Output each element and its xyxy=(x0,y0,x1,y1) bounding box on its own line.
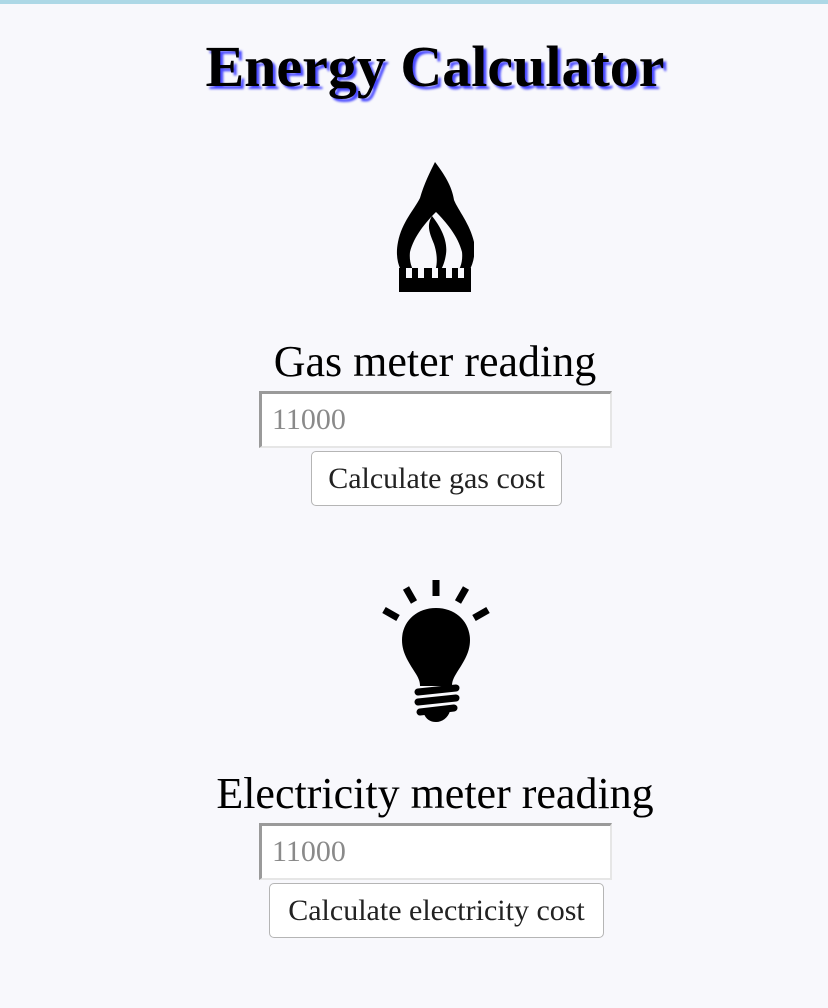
lightbulb-icon xyxy=(382,580,490,722)
electricity-meter-label: Electricity meter reading xyxy=(216,769,654,818)
calculate-electricity-cost-button[interactable]: Calculate electricity cost xyxy=(269,883,604,938)
top-border xyxy=(0,0,828,4)
gas-meter-label: Gas meter reading xyxy=(273,337,597,386)
gas-meter-input[interactable] xyxy=(259,391,612,448)
page-title: Energy Calculator xyxy=(205,34,665,99)
electricity-meter-input[interactable] xyxy=(259,823,612,880)
flame-icon xyxy=(396,162,474,292)
calculate-gas-cost-button[interactable]: Calculate gas cost xyxy=(311,451,562,506)
